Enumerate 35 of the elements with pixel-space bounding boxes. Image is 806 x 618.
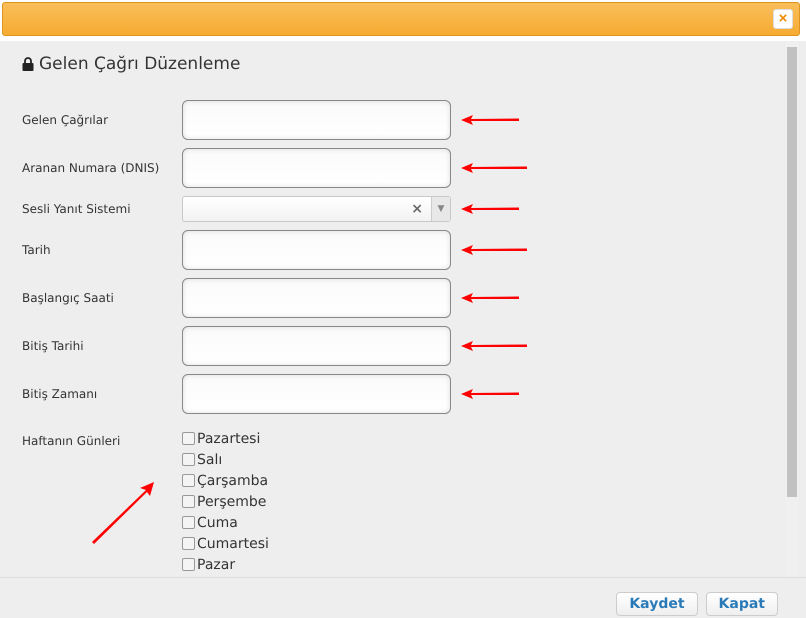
input-field[interactable]: [182, 148, 451, 188]
field-label: Tarih: [22, 243, 52, 257]
arrow-drawing: [90, 480, 156, 544]
day-checkbox[interactable]: Pazar: [182, 554, 269, 575]
field-label: Bitiş Tarihi: [22, 339, 85, 353]
arrow-drawing: [461, 163, 527, 173]
day-checkbox[interactable]: Salı: [182, 449, 269, 470]
input-field[interactable]: [182, 230, 451, 270]
day-checkbox[interactable]: Cumartesi: [182, 533, 269, 554]
day-checkbox[interactable]: Çarşamba: [182, 470, 269, 491]
input-field[interactable]: [182, 278, 451, 318]
select-field[interactable]: × ▼: [182, 196, 451, 222]
arrow-drawing: [461, 115, 519, 125]
field-label: Gelen Çağrılar: [22, 113, 110, 127]
field-label: Sesli Yanıt Sistemi: [22, 202, 132, 216]
field-label: Aranan Numara (DNIS): [22, 161, 160, 175]
field-label: Bitiş Zamanı: [22, 387, 98, 401]
field-label: Haftanın Günleri: [22, 433, 122, 448]
arrow-drawing: [461, 341, 527, 351]
arrow-drawing: [461, 245, 527, 255]
field-label: Başlangıç Saati: [22, 291, 115, 305]
dialog-title: Gelen Çağrı Düzenleme: [39, 54, 240, 74]
save-button[interactable]: Kaydet: [616, 592, 698, 616]
close-button[interactable]: Kapat: [706, 592, 778, 616]
input-field[interactable]: [182, 100, 451, 140]
arrow-drawing: [461, 293, 519, 303]
arrow-drawing: [461, 204, 519, 214]
input-field[interactable]: [182, 374, 451, 414]
clear-icon[interactable]: ×: [411, 201, 423, 217]
arrow-drawing: [461, 389, 519, 399]
lock-icon: [22, 57, 34, 71]
day-checkbox[interactable]: Perşembe: [182, 491, 269, 512]
day-checkbox[interactable]: Cuma: [182, 512, 269, 533]
day-checkbox[interactable]: Pazartesi: [182, 428, 269, 449]
input-field[interactable]: [182, 326, 451, 366]
